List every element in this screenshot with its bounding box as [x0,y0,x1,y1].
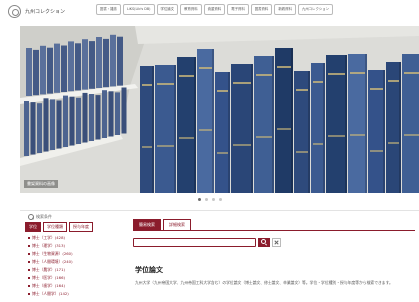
nav-item[interactable]: 図書・雑誌 [96,4,121,16]
tab-underline [133,230,415,231]
nav-item[interactable]: 図書資料 [250,4,273,16]
bullet-icon [28,269,30,271]
sidebar-tab-degree[interactable]: 学位 [25,222,41,232]
emblem-icon [8,4,21,18]
site-header: 九州コレクション 図書・雑誌 LiKS(Lib's DB) 学位論文 教育資料 … [0,0,419,22]
search-button[interactable] [258,237,270,247]
sidebar-tabs: 学位 学位種類 授与年度 [25,222,93,232]
nav-item[interactable]: 貴重資料 [203,4,226,16]
bullet-icon [28,261,30,263]
list-item[interactable]: 博士（生物資源）(260) [28,250,73,258]
bullet-icon [28,285,30,287]
bullet-icon [28,293,30,295]
nav-item[interactable]: 電子資料 [227,4,249,16]
list-item[interactable]: 博士（人間環境）(240) [28,258,73,266]
nav-item[interactable]: LiKS(Lib's DB) [122,4,155,16]
search-icon [28,214,34,220]
site-logo[interactable]: 九州コレクション [8,3,86,19]
search-input[interactable] [133,237,256,247]
sidebar-tab-degree-type[interactable]: 学位種類 [43,222,67,232]
hero-caption: 書架資料の画像 [24,180,58,188]
nav-item[interactable]: 新着資料 [274,4,296,16]
carousel-dot[interactable] [211,198,215,201]
sidebar-search-header: 検索条件 [28,214,52,220]
bullet-icon [28,237,30,239]
list-item[interactable]: 博士（人間学）(142) [28,290,73,298]
list-item[interactable]: 博士（理学）(313) [28,242,73,250]
sidebar-list: 博士（工学）(428) 博士（理学）(313) 博士（生物資源）(260) 博士… [28,234,73,298]
top-nav: 図書・雑誌 LiKS(Lib's DB) 学位論文 教育資料 貴重資料 電子資料… [96,4,334,16]
bullet-icon [28,277,30,279]
sidebar-search-label: 検索条件 [36,214,52,219]
bullet-icon [28,245,30,247]
search-bar [133,237,281,247]
carousel-dots [0,198,419,201]
nav-item[interactable]: 教育資料 [180,4,202,16]
logo-text: 九州コレクション [25,8,66,15]
hero-banner[interactable]: 書架資料の画像 [20,26,419,193]
list-item[interactable]: 博士（歯学）(164) [28,282,73,290]
list-item[interactable]: 博士（医学）(166) [28,274,73,282]
section-description: 九州大学（九州帝国大学、九州帝国工科大学含む）の学位論文（博士論文、修士論文、卒… [135,280,393,285]
divider [20,210,419,211]
list-item[interactable]: 博士（工学）(428) [28,234,73,242]
nav-item[interactable]: 九州コレクション [297,4,334,16]
bullet-icon [28,253,30,255]
search-icon [261,238,266,244]
carousel-dot[interactable] [204,198,208,201]
section-title: 学位論文 [135,266,163,274]
carousel-dot[interactable] [218,198,222,201]
nav-item[interactable]: 学位論文 [156,4,179,16]
sidebar-tab-year[interactable]: 授与年度 [69,222,93,232]
carousel-dot[interactable] [197,198,201,201]
clear-button[interactable] [272,237,281,247]
bookshelf-image [20,26,419,193]
list-item[interactable]: 博士（農学）(171) [28,266,73,274]
